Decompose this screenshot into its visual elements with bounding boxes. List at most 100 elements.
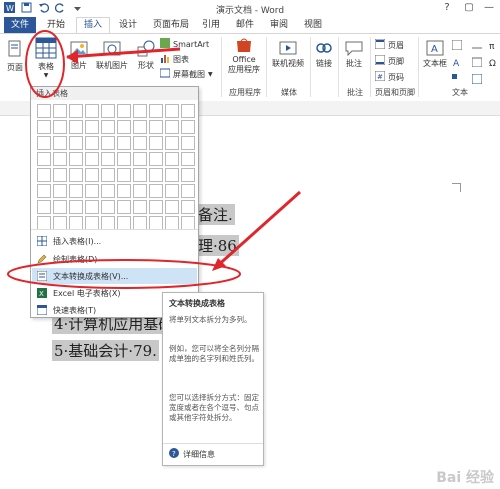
tab-view[interactable]: 视图: [297, 17, 329, 33]
ribbon-display-button[interactable]: ▢: [462, 1, 476, 15]
document-text-line[interactable]: 5·基础会计·79.: [52, 340, 159, 361]
table-grid-cell[interactable]: [53, 216, 67, 230]
tab-file[interactable]: 文件: [4, 17, 37, 33]
table-grid-cell[interactable]: [69, 200, 83, 214]
table-grid-cell[interactable]: [149, 152, 163, 166]
tab-review[interactable]: 审阅: [263, 17, 295, 33]
online-video-button[interactable]: 联机视频: [268, 40, 308, 69]
table-grid-cell[interactable]: [37, 104, 51, 118]
table-grid-cell[interactable]: [117, 216, 131, 230]
table-grid-cell[interactable]: [133, 104, 147, 118]
screenshot-button[interactable]: 屏幕截图 ▼: [159, 68, 213, 80]
chart-button[interactable]: 图表: [160, 53, 189, 65]
object-icon[interactable]: [471, 73, 483, 87]
page-number-button[interactable]: # 页码: [374, 70, 404, 83]
symbol-icon[interactable]: Ω: [488, 57, 498, 70]
pages-button[interactable]: 页面: [2, 40, 28, 73]
table-grid-cell[interactable]: [85, 200, 99, 214]
table-grid-cell[interactable]: [37, 200, 51, 214]
table-grid-cell[interactable]: [85, 104, 99, 118]
table-grid-cell[interactable]: [149, 216, 163, 230]
table-grid-cell[interactable]: [149, 104, 163, 118]
table-grid-cell[interactable]: [181, 168, 195, 182]
table-grid-cell[interactable]: [181, 136, 195, 150]
online-picture-button[interactable]: 联机图片: [92, 40, 132, 71]
equation-icon[interactable]: π: [488, 40, 498, 53]
table-grid-cell[interactable]: [133, 152, 147, 166]
table-grid-cell[interactable]: [117, 200, 131, 214]
table-grid-cell[interactable]: [165, 120, 179, 134]
office-apps-button[interactable]: Office 应用程序: [224, 37, 264, 75]
table-grid-cell[interactable]: [181, 152, 195, 166]
table-grid-cell[interactable]: [181, 216, 195, 230]
table-grid-cell[interactable]: [69, 120, 83, 134]
table-grid-cell[interactable]: [165, 184, 179, 198]
table-grid-cell[interactable]: [101, 104, 115, 118]
table-grid-cell[interactable]: [165, 152, 179, 166]
table-grid-cell[interactable]: [133, 168, 147, 182]
quick-parts-icon[interactable]: [451, 39, 463, 53]
table-grid-cell[interactable]: [85, 216, 99, 230]
table-grid-cell[interactable]: [133, 216, 147, 230]
table-grid-cell[interactable]: [85, 120, 99, 134]
table-grid-cell[interactable]: [69, 104, 83, 118]
table-grid-cell[interactable]: [101, 152, 115, 166]
document-text-line[interactable]: 理·86: [196, 235, 239, 256]
table-grid-cell[interactable]: [181, 184, 195, 198]
tab-design[interactable]: 设计: [112, 17, 144, 33]
tab-references[interactable]: 引用: [195, 17, 227, 33]
table-grid-cell[interactable]: [149, 200, 163, 214]
table-grid-cell[interactable]: [69, 184, 83, 198]
table-grid-cell[interactable]: [101, 168, 115, 182]
table-grid-cell[interactable]: [117, 168, 131, 182]
table-grid-cell[interactable]: [53, 152, 67, 166]
table-grid-cell[interactable]: [37, 184, 51, 198]
table-grid-cell[interactable]: [181, 104, 195, 118]
table-grid-cell[interactable]: [69, 216, 83, 230]
table-grid-cell[interactable]: [37, 216, 51, 230]
table-grid-cell[interactable]: [165, 168, 179, 182]
table-grid-cell[interactable]: [165, 216, 179, 230]
table-grid-cell[interactable]: [69, 168, 83, 182]
table-grid-cell[interactable]: [37, 120, 51, 134]
table-grid-cell[interactable]: [181, 200, 195, 214]
table-grid-cell[interactable]: [117, 120, 131, 134]
table-grid-cell[interactable]: [101, 184, 115, 198]
minimize-button[interactable]: —: [482, 1, 496, 15]
table-grid-cell[interactable]: [69, 152, 83, 166]
table-grid-cell[interactable]: [165, 136, 179, 150]
help-button[interactable]: ?: [440, 1, 454, 15]
smartart-button[interactable]: SmartArt: [160, 38, 209, 50]
tab-insert[interactable]: 插入: [76, 17, 111, 34]
table-grid-cell[interactable]: [53, 184, 67, 198]
table-grid-cell[interactable]: [69, 136, 83, 150]
textbox-button[interactable]: A 文本框: [420, 40, 450, 69]
table-grid-cell[interactable]: [101, 200, 115, 214]
picture-button[interactable]: 图片: [66, 40, 92, 71]
menu-item-insert-table[interactable]: 插入表格(I)...: [32, 233, 197, 249]
table-grid-cell[interactable]: [149, 168, 163, 182]
table-grid-cell[interactable]: [53, 168, 67, 182]
tab-mailings[interactable]: 邮件: [229, 17, 261, 33]
drop-cap-icon[interactable]: [452, 74, 462, 87]
table-grid-cell[interactable]: [149, 120, 163, 134]
shapes-button[interactable]: 形状: [133, 40, 159, 71]
table-grid-cell[interactable]: [149, 136, 163, 150]
table-grid-cell[interactable]: [53, 136, 67, 150]
table-grid-cell[interactable]: [133, 120, 147, 134]
footer-button[interactable]: 页脚: [374, 54, 404, 67]
table-grid-cell[interactable]: [101, 120, 115, 134]
table-grid-cell[interactable]: [165, 200, 179, 214]
table-grid-cell[interactable]: [85, 184, 99, 198]
table-grid-cell[interactable]: [117, 184, 131, 198]
table-grid-cell[interactable]: [53, 120, 67, 134]
menu-item-draw-table[interactable]: 绘制表格(D): [32, 251, 197, 267]
table-grid-cell[interactable]: [53, 200, 67, 214]
table-grid-cell[interactable]: [37, 136, 51, 150]
table-size-grid[interactable]: [37, 104, 195, 230]
date-time-icon[interactable]: [471, 57, 483, 70]
table-grid-cell[interactable]: [117, 136, 131, 150]
tab-home[interactable]: 开始: [40, 17, 72, 33]
table-grid-cell[interactable]: [133, 136, 147, 150]
link-button[interactable]: 链接: [312, 40, 336, 69]
